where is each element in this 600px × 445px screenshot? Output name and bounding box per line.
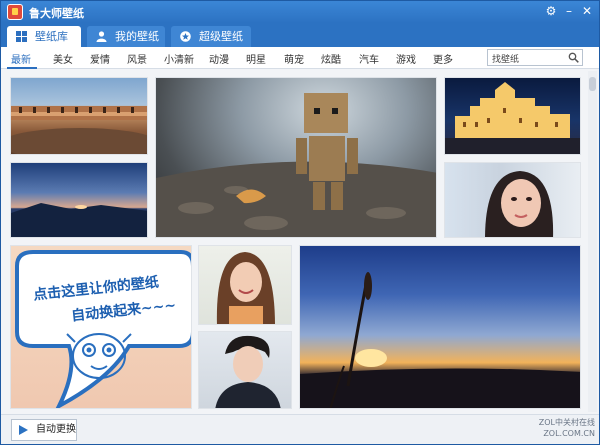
category-anime[interactable]: 动漫: [209, 51, 229, 66]
user-icon: [96, 31, 107, 42]
auto-change-button[interactable]: 自动更换: [11, 419, 77, 441]
wallpaper-thumbnail[interactable]: [299, 245, 581, 409]
wallpaper-thumbnail[interactable]: [10, 77, 148, 155]
palace-night-image: [445, 82, 580, 154]
watermark-line-1: ZOL中关村在线: [538, 418, 595, 427]
category-bar: 最新 美女 爱情 风景 小清新 动漫 明星 萌宠 炫酷 汽车 游戏 更多 找壁纸: [1, 47, 599, 69]
category-games[interactable]: 游戏: [396, 51, 416, 66]
promo-tile[interactable]: 点击这里让你的壁纸 自动换起来~~~: [10, 245, 192, 409]
wallpaper-thumbnail[interactable]: [198, 331, 292, 409]
category-beauty[interactable]: 美女: [53, 51, 73, 66]
wallpaper-thumbnail[interactable]: [444, 162, 581, 238]
category-pets[interactable]: 萌宠: [284, 51, 304, 66]
watermark: ZOL中关村在线 ZOL.COM.CN: [533, 417, 595, 443]
play-icon: [19, 425, 28, 435]
category-cool[interactable]: 炫酷: [321, 51, 341, 66]
minimize-button[interactable]: –: [561, 3, 577, 19]
category-scenery[interactable]: 风景: [127, 51, 147, 66]
category-more[interactable]: 更多: [433, 51, 453, 66]
tab-label: 超级壁纸: [199, 30, 243, 43]
robot-figure-image: [156, 93, 436, 237]
app-title: 鲁大师壁纸: [29, 7, 84, 20]
promo-bubble-image: [15, 250, 191, 408]
tab-label: 我的壁纸: [115, 30, 159, 43]
star-icon: [180, 31, 191, 42]
grid-icon: [16, 31, 27, 42]
watermark-line-2: ZOL.COM.CN: [543, 429, 595, 438]
scrollbar-thumb[interactable]: [589, 77, 596, 91]
auto-change-label: 自动更换: [36, 424, 76, 435]
sea-sunset-image: [11, 203, 147, 237]
wallpaper-thumbnail[interactable]: [198, 245, 292, 325]
close-button[interactable]: ✕: [579, 3, 595, 19]
bottom-bar: 自动更换 ZOL中关村在线 ZOL.COM.CN: [1, 414, 599, 444]
category-cars[interactable]: 汽车: [359, 51, 379, 66]
woman-portrait-image: [485, 171, 554, 237]
settings-icon[interactable]: ⚙: [543, 3, 559, 19]
wallpaper-thumbnail[interactable]: [444, 77, 581, 155]
app-window: 鲁大师壁纸 ⚙ – ✕ 壁纸库 我的壁纸 超级壁纸 最新 美女 爱情 风景 小清…: [0, 0, 600, 445]
search-text: 找壁纸: [492, 55, 520, 65]
tab-wallpaper-library[interactable]: 壁纸库: [7, 26, 81, 47]
category-star[interactable]: 明星: [246, 51, 266, 66]
city-square-image: [11, 106, 147, 154]
smiling-girl-image: [216, 252, 275, 324]
tab-super-wallpaper[interactable]: 超级壁纸: [171, 26, 251, 47]
sunset-grass-image: [300, 272, 580, 408]
category-love[interactable]: 爱情: [90, 51, 110, 66]
wallpaper-thumbnail[interactable]: [155, 77, 437, 238]
category-fresh[interactable]: 小清新: [164, 51, 194, 66]
tab-my-wallpaper[interactable]: 我的壁纸: [87, 26, 165, 47]
app-logo-icon: [7, 4, 23, 20]
tab-bar: 壁纸库 我的壁纸 超级壁纸: [1, 23, 599, 47]
tab-label: 壁纸库: [35, 30, 68, 43]
search-icon[interactable]: [568, 52, 579, 63]
wallpaper-thumbnail[interactable]: [10, 162, 148, 238]
category-latest[interactable]: 最新: [11, 51, 31, 66]
title-bar[interactable]: 鲁大师壁纸 ⚙ – ✕: [1, 1, 599, 23]
man-portrait-image: [215, 335, 281, 408]
search-input[interactable]: 找壁纸: [487, 49, 583, 66]
scrollbar[interactable]: [588, 71, 597, 412]
